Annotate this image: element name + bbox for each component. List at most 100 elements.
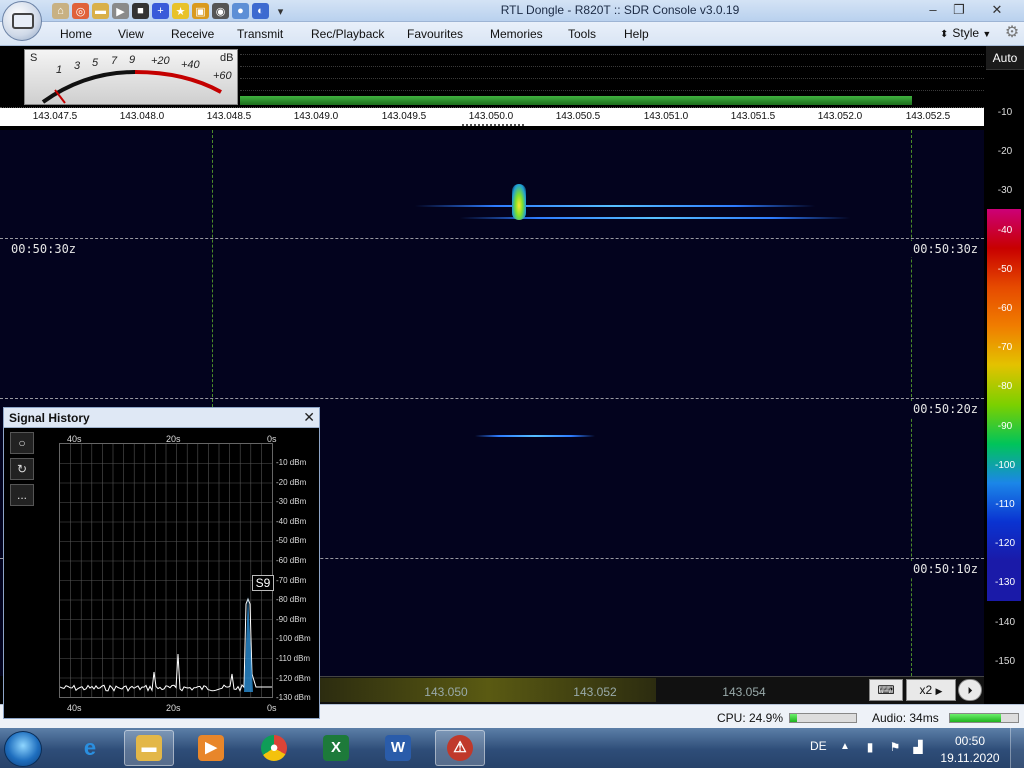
- s-unit-label: S: [30, 52, 38, 64]
- file-explorer-icon[interactable]: ▬: [124, 730, 174, 766]
- s-scale-7: 7: [111, 55, 118, 67]
- signal-history-titlebar[interactable]: Signal History ✕: [4, 408, 319, 428]
- maximize-icon[interactable]: ❐: [946, 1, 972, 19]
- spectrum-gridline: [240, 78, 984, 79]
- freq-label: 143.051.5: [730, 111, 776, 122]
- time-gridline: [0, 238, 984, 239]
- menu-rec-playback[interactable]: Rec/Playback: [311, 27, 384, 41]
- clock-date[interactable]: 19.11.2020: [940, 751, 1000, 765]
- close-icon[interactable]: ✕: [980, 1, 1014, 19]
- dbm-axis-label: -70 dBm: [276, 575, 307, 585]
- style-chevron-icon: ⬍: [940, 29, 949, 40]
- resize-handle[interactable]: [462, 124, 524, 126]
- keyboard-button[interactable]: ⌨: [869, 679, 903, 701]
- signal-history-svg: [59, 444, 272, 697]
- freq-label: 143.050.5: [555, 111, 601, 122]
- circle-icon[interactable]: ○: [10, 432, 34, 454]
- title-bar: ⌂ ◎ ▬ ▶ ■ + ★ ▣ ◉ ● ◐ ▾ RTL Dongle - R82…: [0, 0, 1024, 22]
- db-scale-label: -50: [997, 263, 1013, 275]
- play-circle-button[interactable]: ⏵: [958, 679, 982, 701]
- window-title: RTL Dongle - R820T :: SDR Console v3.0.1…: [500, 3, 740, 17]
- refresh-icon[interactable]: ↻: [10, 458, 34, 480]
- media-player-icon[interactable]: ▶: [186, 730, 236, 766]
- db-scale-label: -150: [994, 655, 1015, 667]
- spectrum-display[interactable]: S dB 1 3 5 7 9 +20 +40 +60: [0, 46, 984, 108]
- lifebuoy-icon[interactable]: ◎: [72, 3, 89, 19]
- dbm-axis-label: -90 dBm: [276, 614, 307, 624]
- menu-help[interactable]: Help: [624, 27, 649, 41]
- db-scale-label: -140: [994, 616, 1015, 628]
- language-indicator[interactable]: DE: [810, 739, 827, 753]
- tray-expand-icon[interactable]: ▲: [840, 741, 850, 752]
- internet-explorer-icon[interactable]: e: [65, 730, 115, 766]
- s-scale-1: 1: [56, 64, 63, 76]
- play-circle-icon: ⏵: [967, 686, 973, 697]
- menu-favourites[interactable]: Favourites: [407, 27, 463, 41]
- folder-icon[interactable]: ▬: [92, 3, 109, 19]
- gear-icon[interactable]: ⚙: [1003, 24, 1021, 42]
- camera-icon[interactable]: ◉: [212, 3, 229, 19]
- signal-history-panel[interactable]: Signal History ✕ ○ ↻ ... 40s 20s 0s -10 …: [3, 407, 320, 719]
- freq-label: 143.050.0: [468, 111, 514, 122]
- stop-icon[interactable]: ■: [132, 3, 149, 19]
- play-icon[interactable]: ▶: [112, 3, 129, 19]
- db-scale-label: -60: [997, 303, 1013, 314]
- menu-tools[interactable]: Tools: [568, 27, 596, 41]
- sdr-console-icon[interactable]: ⚠: [435, 730, 485, 766]
- zoom-button[interactable]: x2 ▶: [906, 679, 956, 701]
- menu-view[interactable]: View: [118, 27, 144, 41]
- style-menu[interactable]: ⬍ Style ▼: [940, 26, 991, 40]
- scroll-freq-label: 143.054: [722, 685, 766, 699]
- word-icon[interactable]: W: [373, 730, 423, 766]
- plus-icon[interactable]: +: [152, 3, 169, 19]
- s-scale-5: 5: [92, 57, 99, 69]
- db-scale-label: -40: [997, 224, 1013, 236]
- dbm-axis-label: -80 dBm: [276, 595, 307, 605]
- star-icon[interactable]: ★: [172, 3, 189, 19]
- cpu-meter-fill: [790, 714, 797, 722]
- show-desktop-button[interactable]: [1010, 728, 1024, 768]
- start-button[interactable]: [4, 731, 42, 767]
- menu-home[interactable]: Home: [60, 27, 92, 41]
- spectrum-gridline: [240, 90, 984, 91]
- s-scale-3: 3: [74, 60, 81, 72]
- timestamp-right: 00:50:20z: [910, 401, 982, 417]
- menu-memories[interactable]: Memories: [490, 27, 543, 41]
- s-scale-plus40: +40: [181, 59, 200, 71]
- menu-transmit[interactable]: Transmit: [237, 27, 283, 41]
- db-scale-label: -100: [994, 459, 1015, 471]
- signal-trace: [475, 435, 595, 437]
- scroll-freq-label: 143.052: [573, 685, 617, 699]
- s-scale-9: 9: [129, 54, 136, 66]
- excel-icon[interactable]: X: [311, 730, 361, 766]
- auto-scale-button[interactable]: Auto: [986, 46, 1024, 70]
- application-menu-button[interactable]: [2, 1, 42, 41]
- style-label: Style: [952, 26, 980, 40]
- more-icon[interactable]: ...: [10, 484, 34, 506]
- device-icon[interactable]: ▮: [862, 740, 878, 754]
- drop-icon[interactable]: ●: [232, 3, 249, 19]
- db-unit-label: dB: [220, 52, 234, 64]
- dbm-axis-label: -20 dBm: [276, 477, 307, 487]
- dbm-axis-label: -40 dBm: [276, 516, 307, 526]
- spectrum-trace: [240, 96, 912, 105]
- menu-receive[interactable]: Receive: [171, 27, 214, 41]
- clock-time[interactable]: 00:50: [940, 734, 1000, 748]
- freq-label: 143.047.5: [32, 111, 78, 122]
- db-scale-label: -130: [994, 577, 1015, 589]
- app-menu-icon: [12, 13, 34, 29]
- network-icon[interactable]: ▟: [910, 740, 926, 754]
- signal-trace: [415, 205, 815, 207]
- home-icon[interactable]: ⌂: [52, 3, 69, 19]
- sdr-console-window: ⌂ ◎ ▬ ▶ ■ + ★ ▣ ◉ ● ◐ ▾ RTL Dongle - R82…: [0, 0, 1024, 768]
- dbm-axis-label: -60 dBm: [276, 556, 307, 565]
- flag-icon[interactable]: ⚑: [887, 740, 903, 754]
- chrome-icon[interactable]: ●: [249, 730, 299, 766]
- dropdown-icon[interactable]: ▾: [272, 3, 289, 19]
- db-scale-label: -10: [997, 107, 1013, 118]
- minimize-icon[interactable]: –: [920, 1, 946, 19]
- zoom-label: x2: [919, 683, 933, 697]
- dial-icon[interactable]: ◐: [252, 3, 269, 19]
- lock-icon[interactable]: ▣: [192, 3, 209, 19]
- close-icon[interactable]: ✕: [303, 409, 315, 426]
